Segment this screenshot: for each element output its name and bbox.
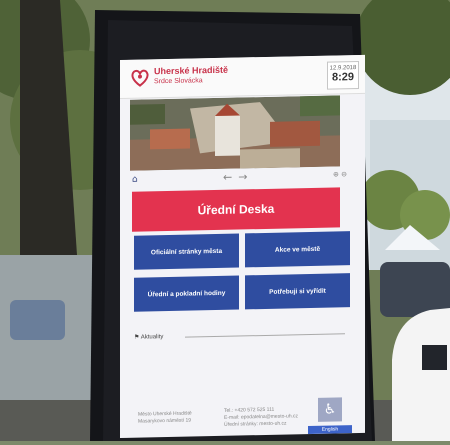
- language-button[interactable]: English: [308, 425, 352, 435]
- news-divider: [185, 333, 345, 338]
- news-label-text: Aktuality: [140, 334, 164, 341]
- footer-address: Město Uherské Hradiště Masarykovo náměst…: [138, 410, 192, 425]
- time-text: 8:29: [331, 71, 355, 84]
- footer-left-line2: Masarykovo náměstí 19: [138, 417, 192, 425]
- footer-web: Úřední stránky: mesto-uh.cz: [224, 420, 287, 428]
- city-logo-icon: [131, 69, 149, 87]
- footer-phone: Tel.: +420 572 525 111: [224, 406, 275, 414]
- city-aerial-photo: [130, 95, 340, 171]
- arrow-right-icon[interactable]: →: [238, 170, 253, 183]
- footer-contacts: Tel.: +420 572 525 111 E-mail: epodateln…: [224, 406, 298, 429]
- arrow-left-icon[interactable]: ←: [223, 171, 238, 184]
- datetime-box: 12.9.2018 8:29: [327, 60, 359, 90]
- zoom-icon[interactable]: ⊕ ⊖: [333, 170, 347, 178]
- home-icon[interactable]: ⌂: [132, 175, 138, 185]
- city-events-button[interactable]: Akce ve městě: [245, 231, 350, 268]
- brand-subtitle: Srdce Slovácka: [154, 77, 203, 86]
- official-site-button[interactable]: Oficiální stránky města: [134, 233, 239, 270]
- wheelchair-icon[interactable]: ♿: [318, 397, 342, 422]
- brand-name: Uherské Hradiště: [154, 64, 229, 77]
- uredni-deska-button[interactable]: Úřední Deska: [132, 187, 340, 232]
- services-button[interactable]: Potřebuji si vyřídit: [245, 273, 350, 310]
- news-label: ⚑ Aktuality: [134, 334, 164, 341]
- kiosk-screen: Uherské Hradiště Srdce Slovácka 12.9.201…: [120, 54, 365, 438]
- nav-arrows: ←→: [223, 170, 253, 184]
- kiosk-nav: ⌂ ←→ ⊕ ⊖: [120, 168, 365, 189]
- photo-scene: Uherské Hradiště Srdce Slovácka 12.9.201…: [0, 0, 450, 441]
- kiosk-header: Uherské Hradiště Srdce Slovácka 12.9.201…: [120, 54, 365, 99]
- office-hours-button[interactable]: Úřední a pokladní hodiny: [134, 275, 239, 312]
- footer-left-line1: Město Uherské Hradiště: [138, 410, 192, 418]
